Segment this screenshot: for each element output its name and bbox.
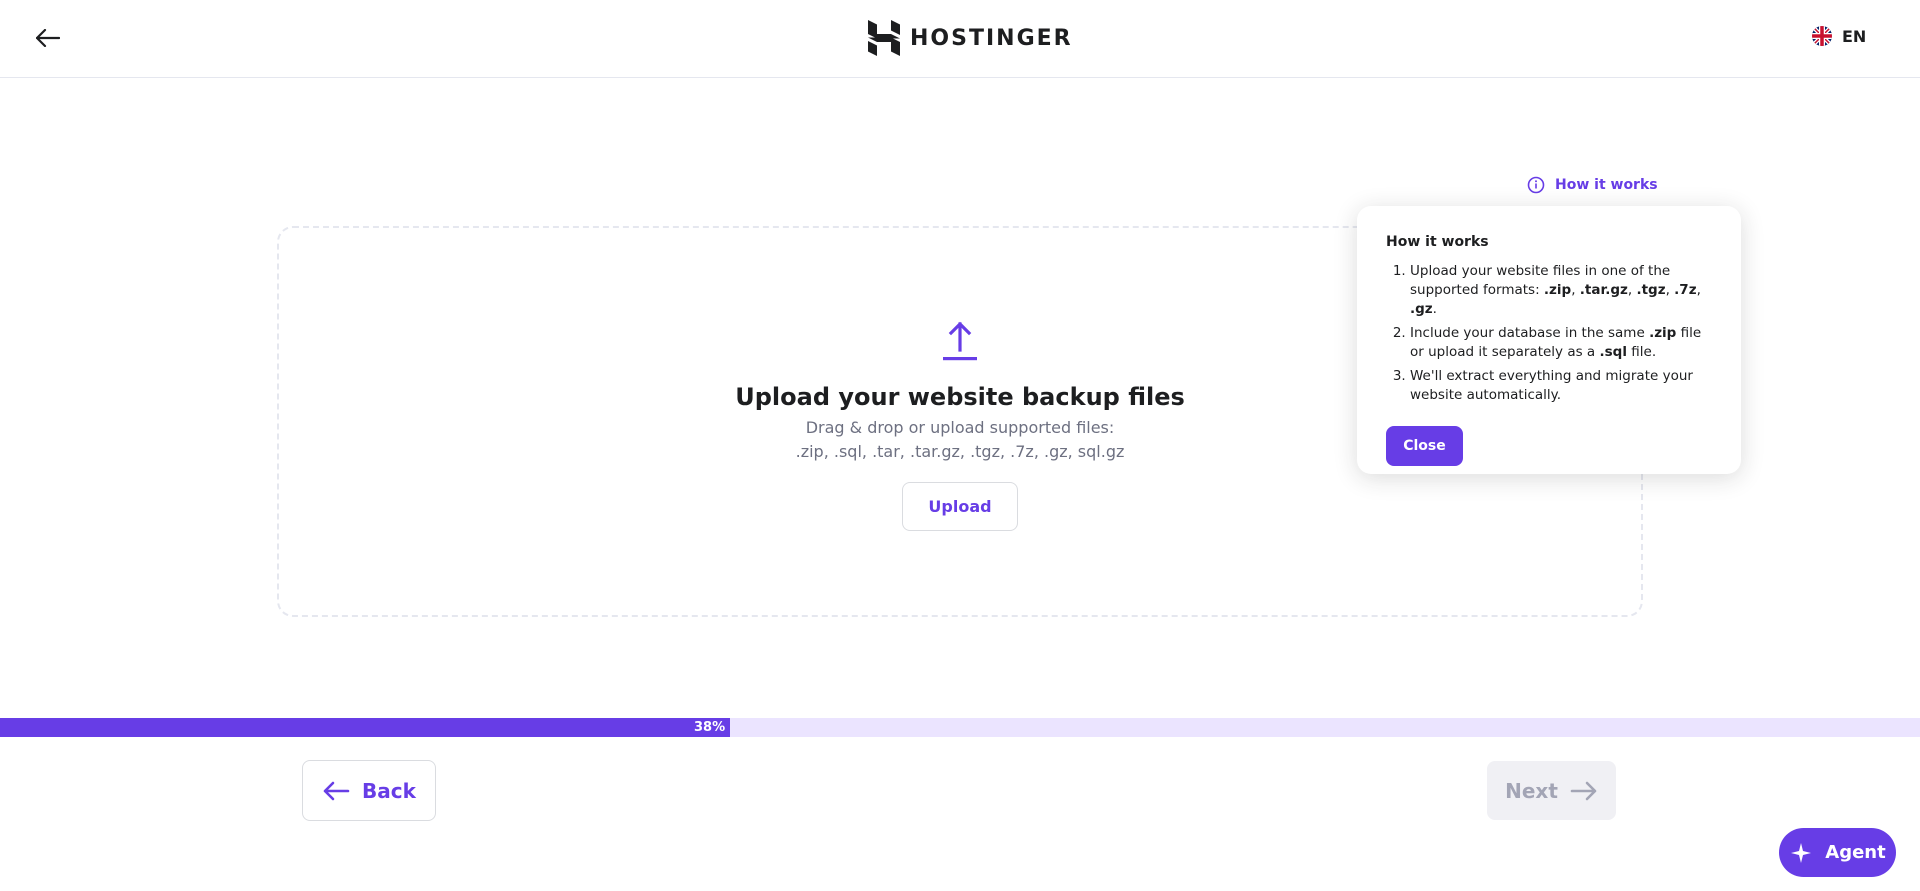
info-icon xyxy=(1527,176,1545,194)
steps-list: Upload your website files in one of the … xyxy=(1386,262,1712,405)
agent-button[interactable]: Agent xyxy=(1779,828,1896,877)
agent-button-label: Agent xyxy=(1825,842,1886,863)
next-button-label: Next xyxy=(1505,778,1558,803)
how-it-works-link[interactable]: How it works xyxy=(1527,176,1658,194)
back-button[interactable]: Back xyxy=(302,760,436,821)
uk-flag-icon xyxy=(1812,26,1832,46)
next-button[interactable]: Next xyxy=(1487,761,1616,820)
logo-text: HOSTINGER xyxy=(910,25,1073,51)
progress-bar: 38% xyxy=(0,718,1920,737)
language-selector[interactable]: EN xyxy=(1812,26,1866,46)
top-header: HOSTINGER EN xyxy=(0,0,1920,78)
sparkle-agent-icon xyxy=(1791,842,1812,863)
upload-button[interactable]: Upload xyxy=(902,482,1018,531)
step-item: Include your database in the same .zip f… xyxy=(1410,324,1712,362)
progress-label: 38% xyxy=(694,720,726,735)
step-item: We'll extract everything and migrate you… xyxy=(1410,367,1712,405)
progress-fill xyxy=(0,718,730,737)
back-button-label: Back xyxy=(362,778,416,803)
language-label: EN xyxy=(1842,26,1867,46)
step-item: Upload your website files in one of the … xyxy=(1410,262,1712,319)
close-button[interactable]: Close xyxy=(1386,426,1463,466)
hostinger-logo-icon xyxy=(868,20,900,56)
arrow-right-icon xyxy=(1570,781,1597,800)
back-arrow-icon[interactable] xyxy=(34,24,62,52)
hostinger-logo[interactable]: HOSTINGER xyxy=(868,19,1073,57)
how-it-works-link-label: How it works xyxy=(1555,177,1658,193)
upload-arrow-icon xyxy=(940,320,980,362)
how-it-works-popover: How it works Upload your website files i… xyxy=(1357,206,1741,474)
popover-title: How it works xyxy=(1386,234,1489,250)
arrow-left-icon xyxy=(323,781,350,800)
